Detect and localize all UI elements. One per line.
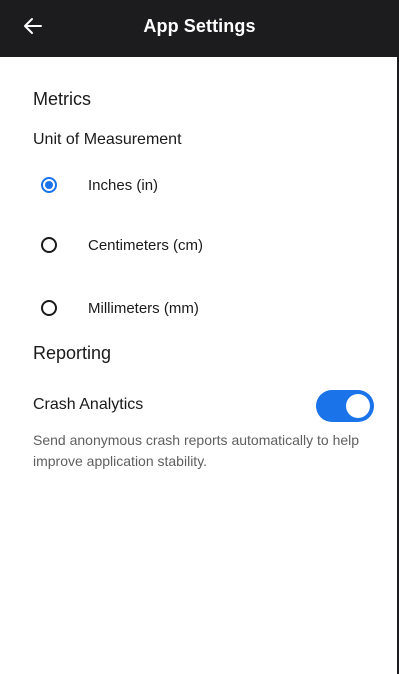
app-bar: App Settings [0, 0, 399, 57]
crash-analytics-label: Crash Analytics [33, 396, 144, 413]
radio-option-millimeters[interactable]: Millimeters (mm) [30, 290, 379, 326]
radio-label-millimeters: Millimeters (mm) [88, 299, 199, 317]
radio-label-centimeters: Centimeters (cm) [88, 236, 204, 254]
radio-option-inches[interactable]: Inches (in) [30, 167, 379, 203]
unit-of-measurement-label: Unit of Measurement [33, 131, 182, 148]
radio-button-inches[interactable] [41, 177, 57, 193]
radio-button-centimeters[interactable] [41, 237, 57, 253]
radio-label-inches: Inches (in) [88, 176, 159, 194]
crash-analytics-toggle[interactable] [316, 390, 374, 422]
section-title-reporting: Reporting [33, 343, 112, 363]
page-title: App Settings [143, 16, 256, 36]
toggle-knob [346, 394, 370, 418]
settings-screen: App Settings Metrics Unit of Measurement… [0, 0, 399, 674]
section-title-metrics: Metrics [33, 89, 91, 109]
radio-button-millimeters[interactable] [41, 300, 57, 316]
crash-analytics-description: Send anonymous crash reports automatical… [33, 432, 360, 469]
radio-option-centimeters[interactable]: Centimeters (cm) [30, 227, 379, 263]
